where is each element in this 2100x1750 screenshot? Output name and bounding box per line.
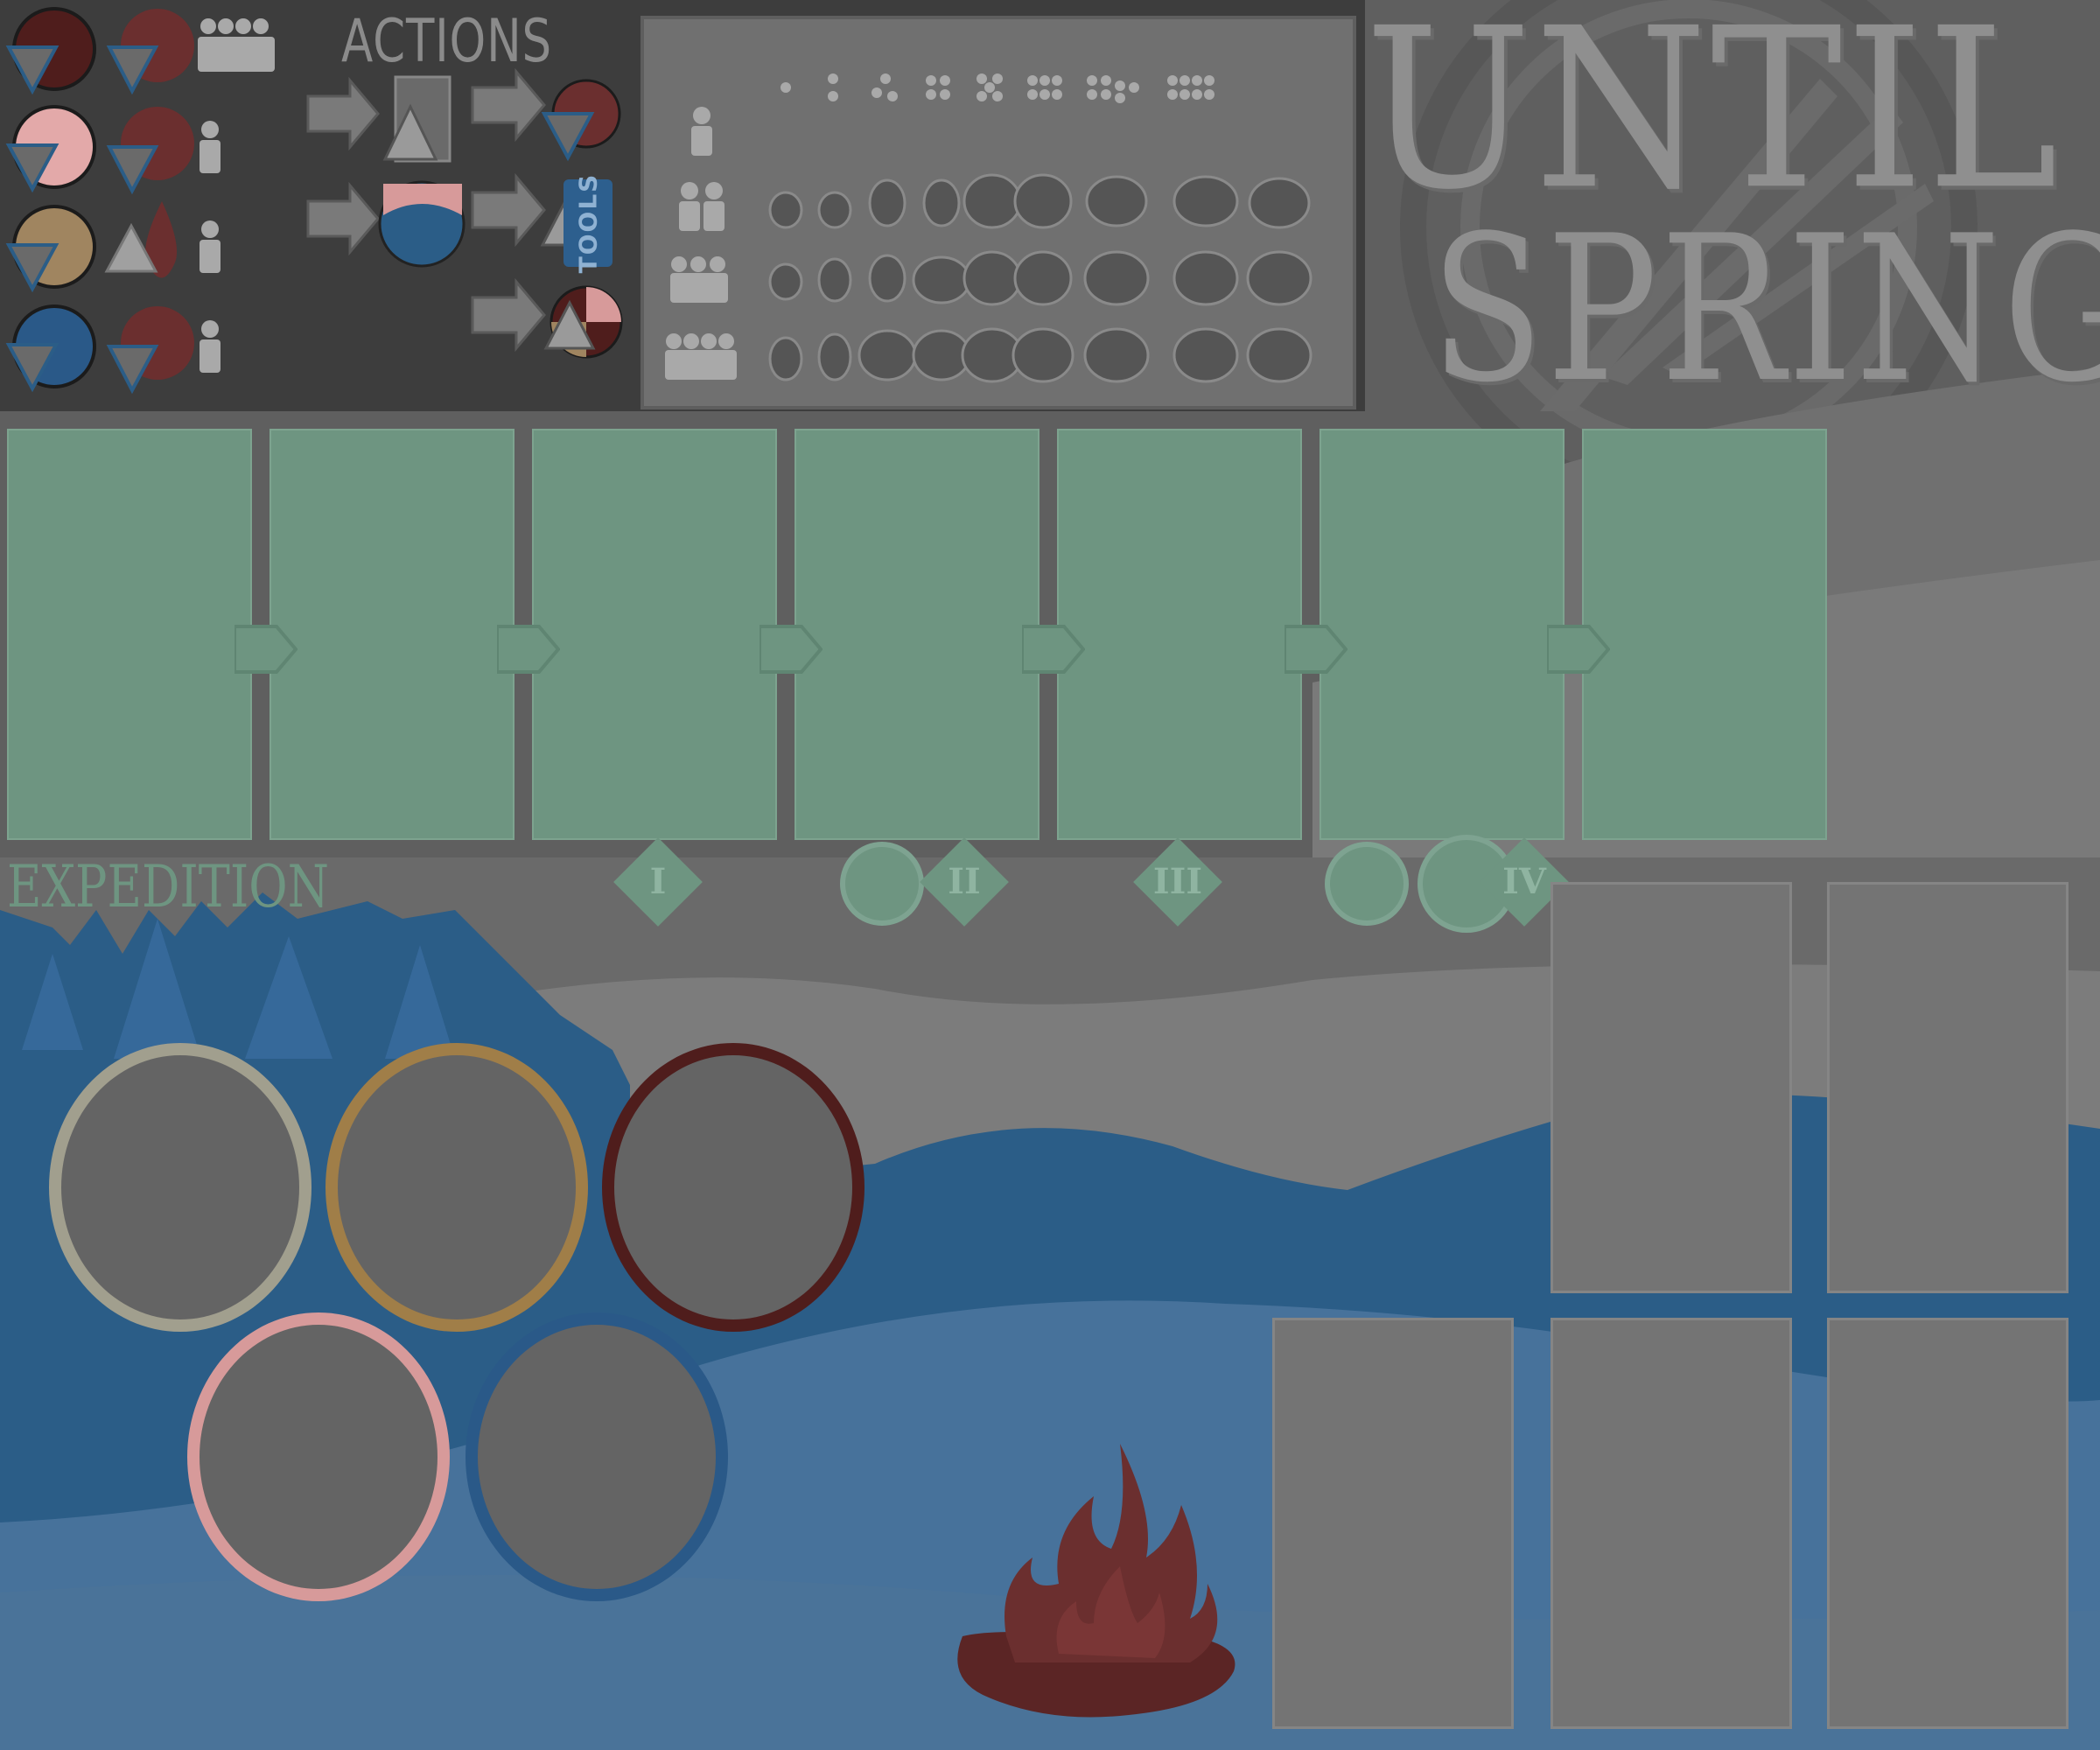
expedition-slot-7[interactable] bbox=[1582, 429, 1827, 840]
expedition-slot-5[interactable] bbox=[1057, 429, 1302, 840]
expedition-label: EXPEDITION bbox=[7, 853, 329, 920]
card-slot-3[interactable] bbox=[1272, 1318, 1514, 1729]
stone-icons bbox=[768, 173, 1312, 383]
arrow-icon bbox=[760, 625, 822, 674]
character-ring-blue[interactable] bbox=[466, 1312, 728, 1601]
stage-marker-label: III bbox=[1152, 861, 1203, 902]
arrow-icon bbox=[1284, 625, 1348, 674]
card-slot-4[interactable] bbox=[1550, 1318, 1792, 1729]
character-ring-gold[interactable] bbox=[326, 1043, 588, 1332]
card-slot-5[interactable] bbox=[1827, 1318, 2068, 1729]
torch-icon bbox=[1325, 842, 1409, 926]
yield-table bbox=[640, 16, 1356, 410]
dark-red-token-icon bbox=[5, 7, 96, 95]
card-slot-1[interactable] bbox=[1550, 882, 1792, 1293]
stage-marker-1: I bbox=[613, 837, 703, 927]
arrow-icon bbox=[234, 625, 298, 674]
tools-label: TOOLS bbox=[573, 172, 603, 274]
tan-token-icon bbox=[5, 205, 96, 293]
stage-marker-label: IV bbox=[1502, 861, 1546, 902]
blue-token-icon bbox=[5, 304, 96, 393]
title-until: UNTIL bbox=[1365, 0, 2062, 239]
torch-icon bbox=[840, 842, 924, 926]
yield-table-grid bbox=[665, 74, 1312, 383]
tools-icon: TOOLS bbox=[564, 173, 612, 273]
expedition-slot-2[interactable] bbox=[270, 429, 514, 840]
character-ring-grey[interactable] bbox=[49, 1043, 312, 1332]
stage-marker-label: II bbox=[948, 861, 981, 902]
expedition-slot-6[interactable] bbox=[1320, 429, 1564, 840]
campfire-icon bbox=[957, 1444, 1236, 1718]
stage-marker-2: II bbox=[920, 837, 1009, 927]
arrow-icon bbox=[1022, 625, 1085, 674]
expedition-slot-4[interactable] bbox=[794, 429, 1040, 840]
blood-drop-icon bbox=[104, 201, 178, 278]
expedition-slot-3[interactable] bbox=[532, 429, 777, 840]
character-ring-maroon[interactable] bbox=[602, 1043, 864, 1332]
card-slot-2[interactable] bbox=[1827, 882, 2068, 1293]
arrow-icon bbox=[497, 625, 560, 674]
arrow-icon bbox=[1547, 625, 1610, 674]
person-icon bbox=[198, 18, 275, 373]
stage-marker-label: I bbox=[649, 861, 667, 902]
character-ring-pink[interactable] bbox=[187, 1312, 450, 1601]
game-board: UNTIL SPRING ACTIONS TOOLS EXPEDITION I … bbox=[0, 0, 2100, 1750]
meat-icon bbox=[106, 9, 194, 395]
title-spring: SPRING bbox=[1431, 193, 2100, 427]
person-icon bbox=[665, 107, 737, 380]
expedition-slot-1[interactable] bbox=[7, 429, 252, 840]
pink-token-icon bbox=[5, 105, 96, 193]
stage-marker-3: III bbox=[1133, 837, 1222, 927]
resource-legend bbox=[5, 7, 275, 395]
